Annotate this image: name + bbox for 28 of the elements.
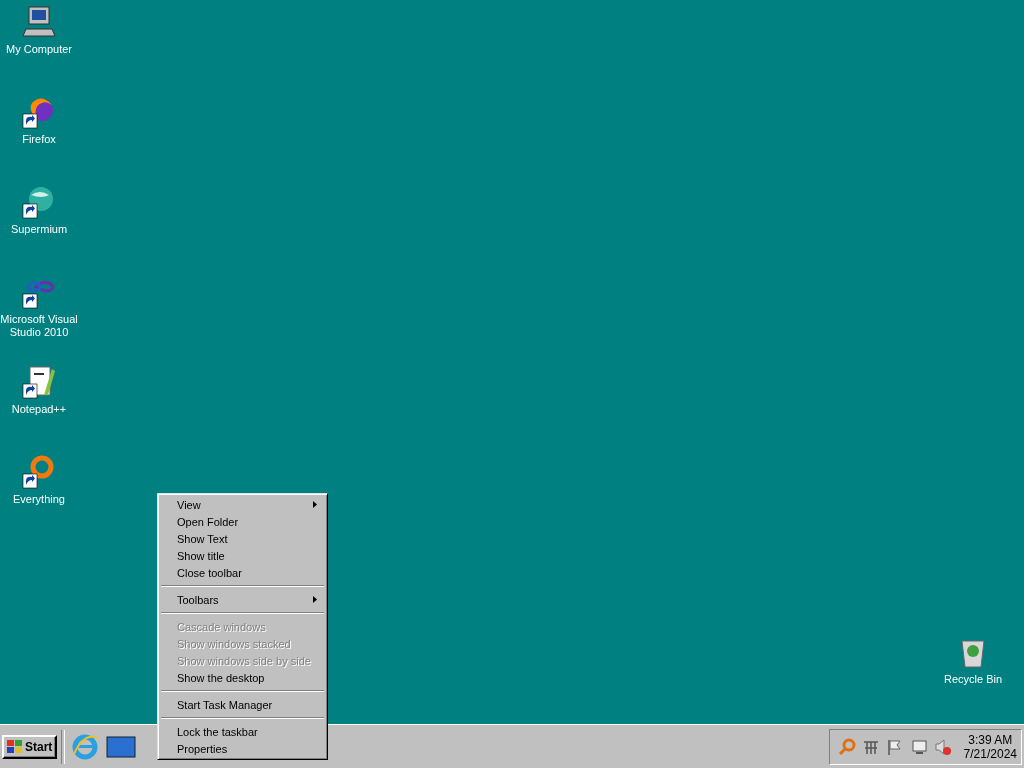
clock-date[interactable]: 7/21/2024 — [963, 746, 1017, 761]
muted-speaker-icon[interactable] — [933, 737, 952, 756]
monitor-icon[interactable] — [909, 737, 928, 756]
icon-label: Firefox — [21, 133, 57, 146]
start-button[interactable]: Start — [2, 734, 58, 759]
icon-label: Notepad++ — [10, 403, 68, 416]
clock-time[interactable]: 3:39 AM — [968, 732, 1013, 747]
notepad-icon[interactable] — [22, 365, 56, 399]
windows-logo-icon — [7, 739, 23, 754]
menu-item[interactable]: View — [160, 496, 325, 513]
menu-item[interactable]: Open Folder — [160, 513, 325, 530]
icon-label: Recycle Bin — [942, 673, 1004, 686]
menu-item[interactable]: Toolbars — [160, 591, 325, 608]
menu-item[interactable]: Show title — [160, 547, 325, 564]
menu-item[interactable]: Properties — [160, 740, 325, 757]
menu-item[interactable]: Show the desktop — [160, 669, 325, 686]
menu-item[interactable]: Start Task Manager — [160, 696, 325, 713]
icon-label: Everything — [12, 493, 66, 506]
globe-icon[interactable] — [22, 185, 56, 219]
flag-icon[interactable] — [885, 737, 904, 756]
magnifier-icon[interactable] — [22, 455, 56, 489]
menu-item[interactable]: Close toolbar — [160, 564, 325, 581]
computer-icon[interactable] — [22, 5, 56, 39]
icon-label: Supermium — [9, 223, 69, 236]
icon-label: My Computer — [5, 43, 73, 56]
menu-item[interactable]: Lock the taskbar — [160, 723, 325, 740]
menu-item[interactable]: Show Text — [160, 530, 325, 547]
icon-label: Microsoft Visual Studio 2010 — [0, 313, 78, 339]
